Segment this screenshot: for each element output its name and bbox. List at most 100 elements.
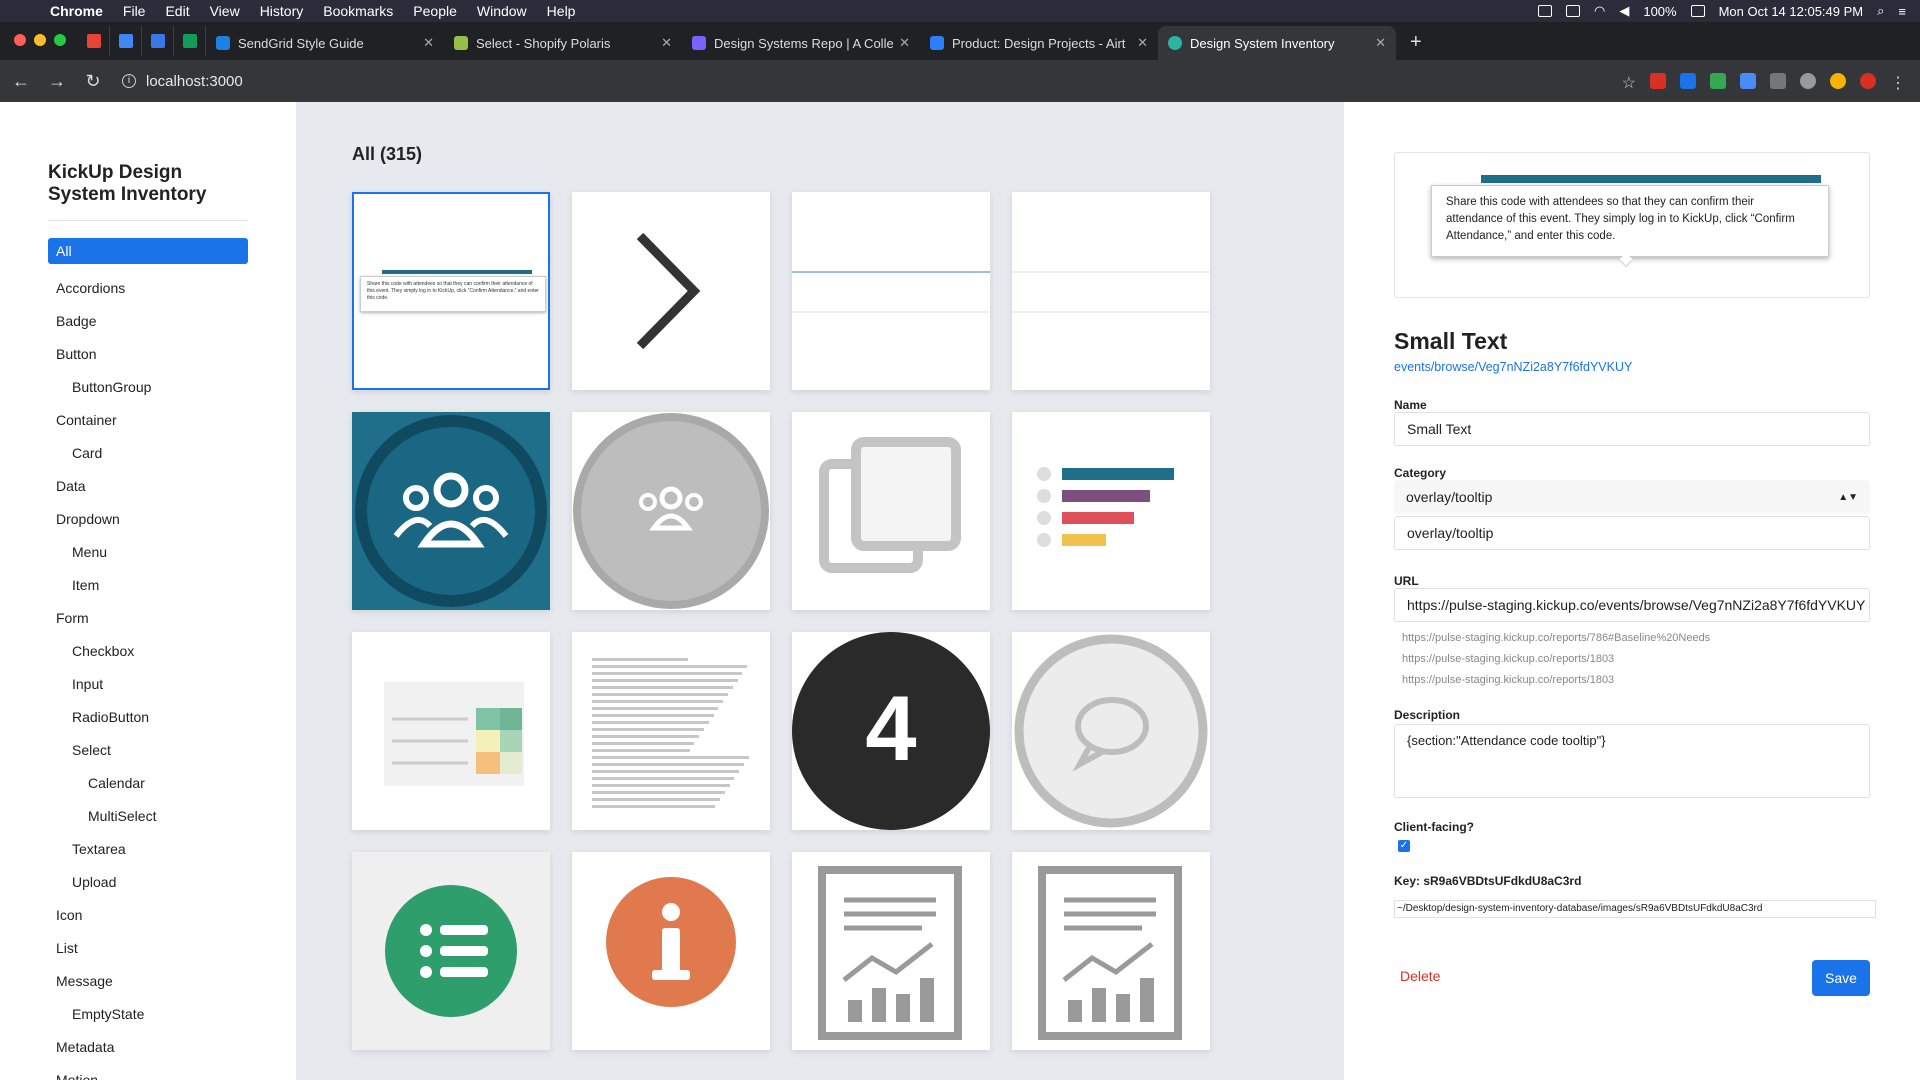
- control-center-icon[interactable]: ≡: [1898, 4, 1906, 19]
- close-icon[interactable]: ✕: [423, 35, 434, 51]
- sidebar-item-textarea[interactable]: Textarea: [48, 832, 248, 865]
- component-tile-hlines[interactable]: [1012, 192, 1210, 390]
- extension-image-icon[interactable]: [1710, 73, 1726, 89]
- image-path-input[interactable]: ~/Desktop/design-system-inventory-databa…: [1394, 900, 1876, 918]
- tab-design-system-inventory[interactable]: Design System Inventory ✕: [1158, 26, 1396, 60]
- category-select[interactable]: overlay/tooltip ▲▼: [1394, 480, 1870, 514]
- airplay-icon[interactable]: [1566, 5, 1580, 17]
- component-tile-tooltip[interactable]: Share this code with attendees so that t…: [352, 192, 550, 390]
- url-suggestion[interactable]: https://pulse-staging.kickup.co/reports/…: [1402, 674, 1614, 686]
- minimize-window-button[interactable]: [34, 34, 46, 46]
- extension-save-icon[interactable]: [1740, 73, 1756, 89]
- tab-design-systems-repo[interactable]: Design Systems Repo | A Colle ✕: [682, 26, 920, 60]
- close-window-button[interactable]: [14, 34, 26, 46]
- component-tile-report[interactable]: [792, 852, 990, 1050]
- sidebar-item-message[interactable]: Message: [48, 964, 248, 997]
- extension-code-icon[interactable]: [1680, 73, 1696, 89]
- kebab-menu-icon[interactable]: ⋮: [1890, 73, 1906, 92]
- spotlight-icon[interactable]: ⌕: [1877, 3, 1884, 19]
- component-tile-chat[interactable]: [1012, 632, 1210, 830]
- component-tile-group-blue[interactable]: [352, 412, 550, 610]
- zoom-window-button[interactable]: [54, 34, 66, 46]
- pinned-tab-sitemap[interactable]: [142, 26, 174, 56]
- menu-window[interactable]: Window: [467, 3, 537, 19]
- sidebar-item-calendar[interactable]: Calendar: [48, 766, 248, 799]
- back-arrow-icon[interactable]: ←: [6, 71, 36, 92]
- component-tile-table[interactable]: [352, 632, 550, 830]
- close-icon[interactable]: ✕: [1137, 35, 1148, 51]
- component-tile-group-gray[interactable]: [572, 412, 770, 610]
- delete-button[interactable]: Delete: [1400, 968, 1440, 984]
- url-input[interactable]: https://pulse-staging.kickup.co/events/b…: [1394, 588, 1870, 622]
- sidebar-item-badge[interactable]: Badge: [48, 304, 248, 337]
- component-tile-number[interactable]: 4: [792, 632, 990, 830]
- sidebar-item-dropdown[interactable]: Dropdown: [48, 502, 248, 535]
- sidebar-item-buttongroup[interactable]: ButtonGroup: [48, 370, 248, 403]
- sidebar-item-metadata[interactable]: Metadata: [48, 1030, 248, 1063]
- reload-icon[interactable]: ↻: [78, 71, 108, 92]
- menu-history[interactable]: History: [250, 3, 314, 19]
- clock[interactable]: Mon Oct 14 12:05:49 PM: [1719, 4, 1864, 19]
- sidebar-item-container[interactable]: Container: [48, 403, 248, 436]
- sidebar-item-checkbox[interactable]: Checkbox: [48, 634, 248, 667]
- display-icon[interactable]: [1538, 5, 1552, 17]
- sidebar-item-form[interactable]: Form: [48, 601, 248, 634]
- menu-file[interactable]: File: [113, 3, 156, 19]
- sidebar-item-radiobutton[interactable]: RadioButton: [48, 700, 248, 733]
- component-tile-chevron[interactable]: [572, 192, 770, 390]
- menu-view[interactable]: View: [200, 3, 250, 19]
- menu-people[interactable]: People: [403, 3, 467, 19]
- volume-icon[interactable]: ◀: [1619, 3, 1629, 19]
- close-icon[interactable]: ✕: [1375, 35, 1386, 51]
- sidebar-item-menu[interactable]: Menu: [48, 535, 248, 568]
- new-tab-button[interactable]: +: [1396, 31, 1436, 60]
- pinned-tab-calendar[interactable]: [110, 26, 142, 56]
- close-icon[interactable]: ✕: [899, 35, 910, 51]
- sidebar-item-item[interactable]: Item: [48, 568, 248, 601]
- sidebar-item-all[interactable]: All: [48, 238, 248, 264]
- component-tile-info-orange[interactable]: [572, 852, 770, 1050]
- sidebar-item-card[interactable]: Card: [48, 436, 248, 469]
- component-tile-hlines-blue[interactable]: [792, 192, 990, 390]
- tab-sendgrid[interactable]: SendGrid Style Guide ✕: [206, 26, 444, 60]
- menu-app-name[interactable]: Chrome: [40, 3, 113, 19]
- sidebar-item-select[interactable]: Select: [48, 733, 248, 766]
- url-suggestion[interactable]: https://pulse-staging.kickup.co/reports/…: [1402, 632, 1710, 644]
- pinned-tab-gmail[interactable]: [78, 26, 110, 56]
- profile-avatar[interactable]: [1860, 73, 1876, 89]
- url-suggestion[interactable]: https://pulse-staging.kickup.co/reports/…: [1402, 653, 1614, 665]
- sidebar-item-emptystate[interactable]: EmptyState: [48, 997, 248, 1030]
- sidebar-item-list[interactable]: List: [48, 931, 248, 964]
- close-icon[interactable]: ✕: [661, 35, 672, 51]
- pinned-tab-sheets[interactable]: [174, 26, 206, 56]
- bookmark-star-icon[interactable]: ☆: [1622, 73, 1636, 92]
- battery-icon[interactable]: [1690, 5, 1705, 17]
- address-bar[interactable]: i localhost:3000: [122, 73, 1582, 90]
- sidebar-item-upload[interactable]: Upload: [48, 865, 248, 898]
- menu-help[interactable]: Help: [537, 3, 586, 19]
- sidebar-item-icon[interactable]: Icon: [48, 898, 248, 931]
- sidebar-item-input[interactable]: Input: [48, 667, 248, 700]
- sidebar-item-accordions[interactable]: Accordions: [48, 271, 248, 304]
- sidebar-item-motion[interactable]: Motion: [48, 1063, 248, 1080]
- component-tile-list-green[interactable]: [352, 852, 550, 1050]
- wifi-icon[interactable]: ◠: [1594, 3, 1605, 19]
- extension-target-icon[interactable]: [1800, 73, 1816, 89]
- tab-airtable[interactable]: Product: Design Projects - Airt ✕: [920, 26, 1158, 60]
- extension-dark-icon[interactable]: [1830, 73, 1846, 89]
- component-tile-textlines[interactable]: [572, 632, 770, 830]
- tab-shopify-polaris[interactable]: Select - Shopify Polaris ✕: [444, 26, 682, 60]
- category-input[interactable]: overlay/tooltip: [1394, 516, 1870, 550]
- description-textarea[interactable]: {section:"Attendance code tooltip"}: [1394, 724, 1870, 798]
- save-button[interactable]: Save: [1812, 960, 1870, 996]
- component-link[interactable]: events/browse/Veg7nNZi2a8Y7f6fdYVKUY: [1394, 360, 1632, 374]
- info-icon[interactable]: i: [122, 74, 136, 88]
- menu-bookmarks[interactable]: Bookmarks: [313, 3, 403, 19]
- forward-arrow-icon[interactable]: →: [42, 71, 72, 92]
- extension-s-icon[interactable]: [1770, 73, 1786, 89]
- sidebar-item-data[interactable]: Data: [48, 469, 248, 502]
- component-tile-barlist[interactable]: [1012, 412, 1210, 610]
- sidebar-item-button[interactable]: Button: [48, 337, 248, 370]
- component-tile-copy[interactable]: [792, 412, 990, 610]
- sidebar-item-multiselect[interactable]: MultiSelect: [48, 799, 248, 832]
